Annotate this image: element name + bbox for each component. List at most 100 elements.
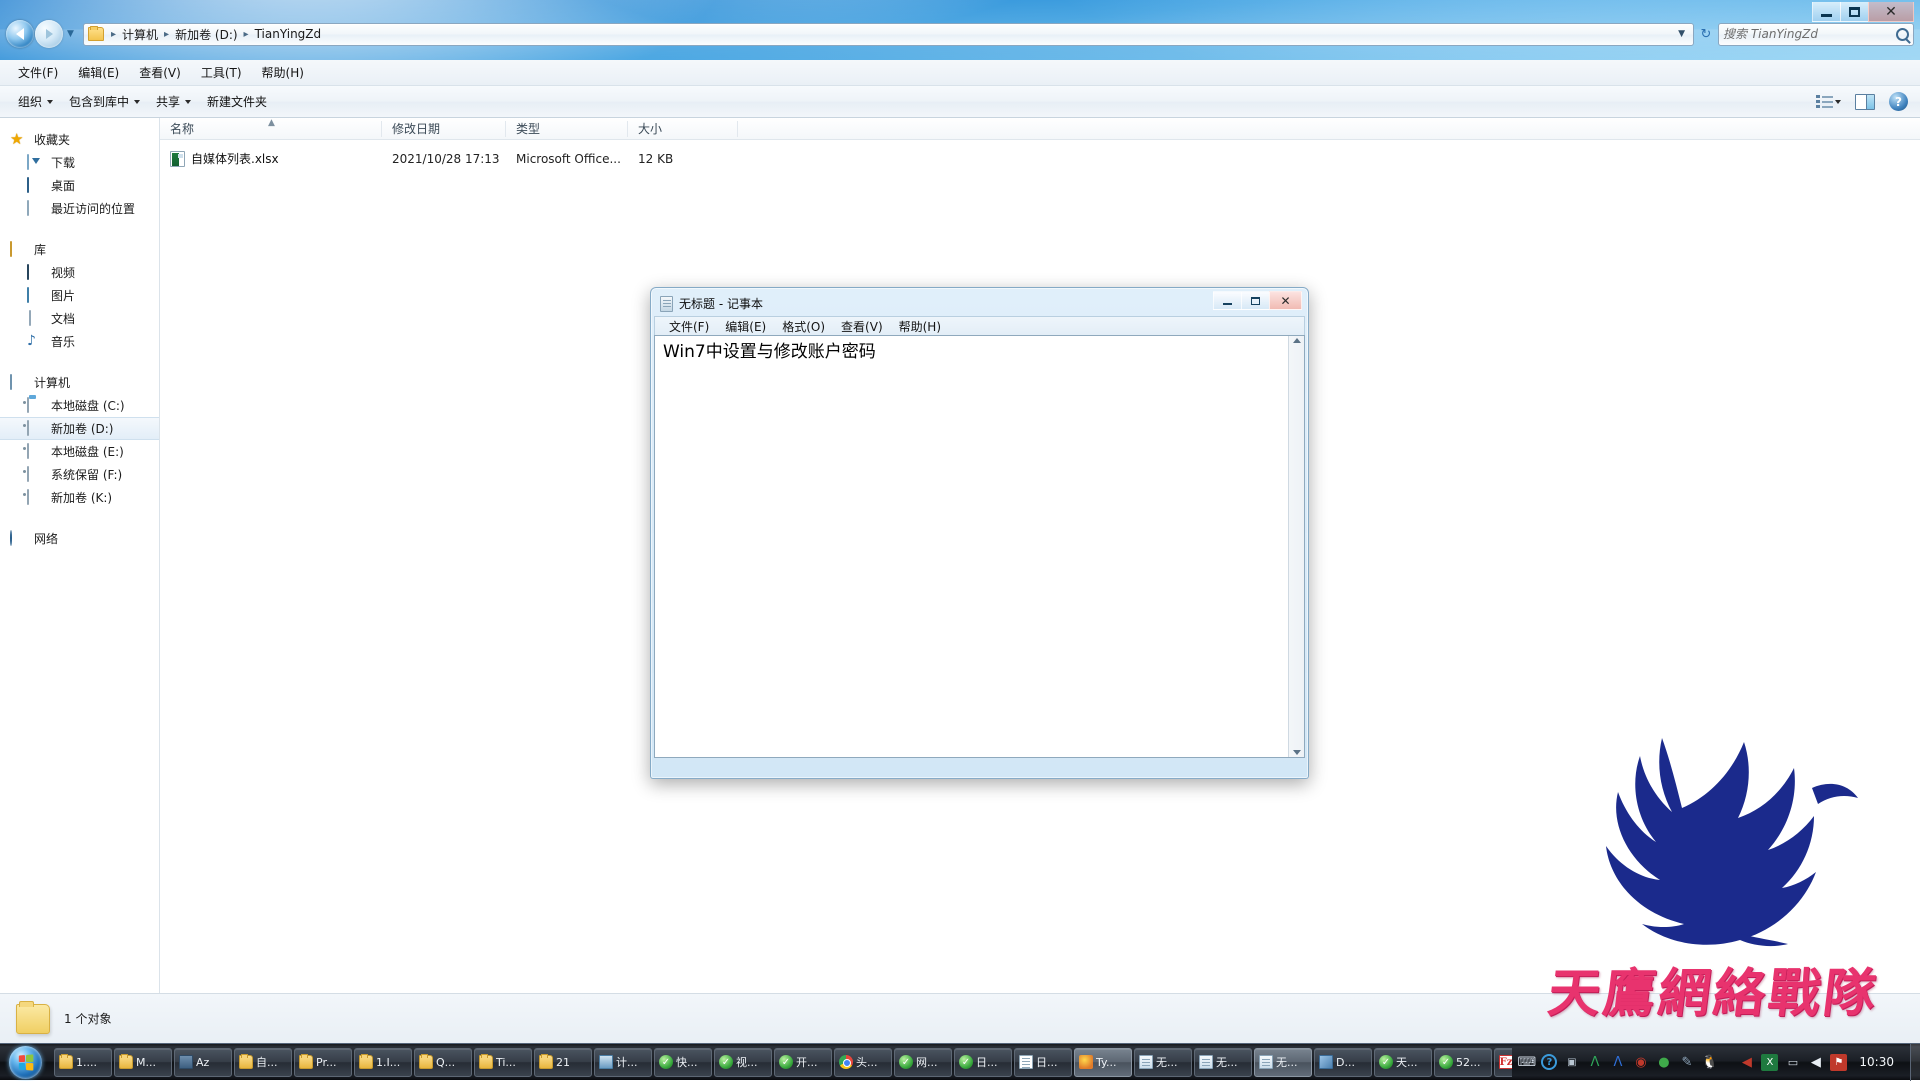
search-input[interactable] [1723, 27, 1896, 41]
sidebar-item-recent-places[interactable]: 最近访问的位置 [0, 197, 159, 220]
column-header-date[interactable]: 修改日期 [382, 118, 506, 140]
sidebar-item-computer[interactable]: 计算机 [0, 371, 159, 394]
new-folder-button[interactable]: 新建文件夹 [199, 89, 275, 114]
menu-file[interactable]: 文件(F) [8, 61, 68, 84]
sidebar-item-videos[interactable]: 视频 [0, 261, 159, 284]
breadcrumb-item-drive-d[interactable]: 新加卷 (D:) [173, 26, 239, 43]
taskbar-button[interactable]: ✓开... [774, 1048, 832, 1077]
taskbar-button[interactable]: ✓日... [954, 1048, 1012, 1077]
include-in-library-button[interactable]: 包含到库中 [61, 89, 148, 114]
taskbar-button[interactable]: Q... [414, 1048, 472, 1077]
menu-view[interactable]: 查看(V) [129, 61, 191, 84]
notepad-menu-view[interactable]: 查看(V) [833, 317, 891, 336]
taskbar-button[interactable]: 计... [594, 1048, 652, 1077]
penguin-qq-icon[interactable]: 🐧 [1701, 1054, 1718, 1071]
sidebar-item-libraries[interactable]: 库 [0, 238, 159, 261]
sidebar-item-pictures[interactable]: 图片 [0, 284, 159, 307]
column-header-size[interactable]: 大小 [628, 118, 738, 140]
volume-mute-icon[interactable]: ◀ [1738, 1054, 1755, 1071]
sidebar-item-downloads[interactable]: 下载 [0, 151, 159, 174]
notepad-menu-file[interactable]: 文件(F) [661, 317, 717, 336]
preview-pane-icon[interactable] [1855, 94, 1875, 110]
taskbar-button[interactable]: 21 [534, 1048, 592, 1077]
address-dropdown-icon[interactable]: ▼ [1670, 29, 1693, 39]
notepad-menu-edit[interactable]: 编辑(E) [717, 317, 774, 336]
start-button[interactable] [2, 1045, 48, 1080]
taskbar-button[interactable]: 无... [1194, 1048, 1252, 1077]
notepad-edit-area[interactable] [654, 335, 1305, 758]
taskbar-button[interactable]: Az [174, 1048, 232, 1077]
sidebar-item-drive-e[interactable]: 本地磁盘 (E:) [0, 440, 159, 463]
sidebar-item-favorites[interactable]: ★ 收藏夹 [0, 128, 159, 151]
notepad-titlebar[interactable]: 无标题 - 记事本 ✕ [654, 291, 1305, 316]
chevron-down-icon[interactable] [1835, 100, 1841, 104]
organize-button[interactable]: 组织 [10, 89, 61, 114]
menu-tools[interactable]: 工具(T) [191, 61, 252, 84]
taskbar-button[interactable]: ✓快... [654, 1048, 712, 1077]
search-box[interactable] [1718, 23, 1914, 46]
network-tray-icon[interactable]: ▭ [1784, 1054, 1801, 1071]
taskbar-button[interactable]: 无... [1134, 1048, 1192, 1077]
share-button[interactable]: 共享 [148, 89, 199, 114]
taskbar-button[interactable]: 1.... [54, 1048, 112, 1077]
taskbar-button[interactable]: 1.I... [354, 1048, 412, 1077]
scroll-up-arrow-icon[interactable] [1293, 338, 1301, 343]
sidebar-item-drive-f[interactable]: 系统保留 (F:) [0, 463, 159, 486]
notepad-menu-format[interactable]: 格式(O) [774, 317, 833, 336]
taskbar-button[interactable]: ✓天... [1374, 1048, 1432, 1077]
forward-button[interactable] [35, 20, 63, 48]
notepad-minimize-button[interactable] [1213, 291, 1242, 310]
notepad-menu-help[interactable]: 帮助(H) [891, 317, 949, 336]
menu-edit[interactable]: 编辑(E) [68, 61, 129, 84]
recent-pages-dropdown[interactable]: ▼ [67, 29, 79, 39]
taskbar-button[interactable]: FzB... [1494, 1048, 1512, 1077]
back-button[interactable] [6, 20, 34, 48]
breadcrumb-item-computer[interactable]: 计算机 [120, 26, 160, 43]
sidebar-item-drive-d[interactable]: 新加卷 (D:) [0, 417, 159, 440]
notepad-textarea[interactable] [655, 336, 1288, 757]
taskbar-button[interactable]: ✓视... [714, 1048, 772, 1077]
taskbar-button[interactable]: 自... [234, 1048, 292, 1077]
taskbar-button[interactable]: Pr... [294, 1048, 352, 1077]
taskbar-button[interactable]: D... [1314, 1048, 1372, 1077]
taskbar-button[interactable]: ✓网... [894, 1048, 952, 1077]
sidebar-item-desktop[interactable]: 桌面 [0, 174, 159, 197]
tools-tray-icon[interactable]: ✎ [1678, 1054, 1695, 1071]
notepad-scrollbar[interactable] [1288, 336, 1304, 757]
taskbar-clock[interactable]: 10:30 [1853, 1055, 1904, 1069]
notepad-close-button[interactable]: ✕ [1269, 291, 1302, 310]
blue-a-icon[interactable]: Λ [1609, 1054, 1626, 1071]
taskbar-button[interactable]: Ty... [1074, 1048, 1132, 1077]
speaker-icon[interactable]: ◀ [1807, 1054, 1824, 1071]
notepad-maximize-button[interactable] [1241, 291, 1270, 310]
file-name-cell[interactable]: 自媒体列表.xlsx [160, 150, 382, 167]
taskbar-button[interactable]: M... [114, 1048, 172, 1077]
action-center-flag-icon[interactable]: ⚑ [1830, 1054, 1847, 1071]
breadcrumb-item-tianyingzd[interactable]: TianYingZd [253, 27, 324, 41]
taskbar-button[interactable]: Ti... [474, 1048, 532, 1077]
table-row[interactable]: 自媒体列表.xlsx 2021/10/28 17:13 Microsoft Of… [160, 147, 1920, 170]
show-hidden-icons-icon[interactable]: ▣ [1563, 1054, 1580, 1071]
taskbar-button[interactable]: 日... [1014, 1048, 1072, 1077]
excel-tray-icon[interactable]: X [1761, 1054, 1778, 1071]
menu-help[interactable]: 帮助(H) [252, 61, 314, 84]
sidebar-item-music[interactable]: ♪ 音乐 [0, 330, 159, 353]
help-question-icon[interactable]: ? [1541, 1054, 1557, 1070]
sidebar-item-network[interactable]: 网络 [0, 527, 159, 550]
sidebar-item-documents[interactable]: 文档 [0, 307, 159, 330]
column-header-type[interactable]: 类型 [506, 118, 628, 140]
refresh-button[interactable]: ↻ [1694, 27, 1718, 42]
address-bar[interactable]: ▸ 计算机 ▸ 新加卷 (D:) ▸ TianYingZd ▼ [83, 23, 1694, 46]
notepad-window[interactable]: 无标题 - 记事本 ✕ 文件(F) 编辑(E) 格式(O) 查看(V) 帮助(H… [650, 287, 1309, 779]
taskbar-button[interactable]: 无... [1254, 1048, 1312, 1077]
sidebar-item-drive-c[interactable]: 本地磁盘 (C:) [0, 394, 159, 417]
taskbar-button[interactable]: 头... [834, 1048, 892, 1077]
keyboard-ime-icon[interactable]: ⌨ [1518, 1054, 1535, 1071]
sidebar-item-drive-k[interactable]: 新加卷 (K:) [0, 486, 159, 509]
obs-tray-icon[interactable]: ◉ [1632, 1054, 1649, 1071]
scroll-down-arrow-icon[interactable] [1293, 750, 1301, 755]
help-icon[interactable]: ? [1889, 92, 1908, 111]
show-desktop-button[interactable] [1910, 1044, 1920, 1081]
view-list-icon[interactable] [1816, 94, 1833, 109]
wechat-tray-icon[interactable]: ● [1655, 1054, 1672, 1071]
